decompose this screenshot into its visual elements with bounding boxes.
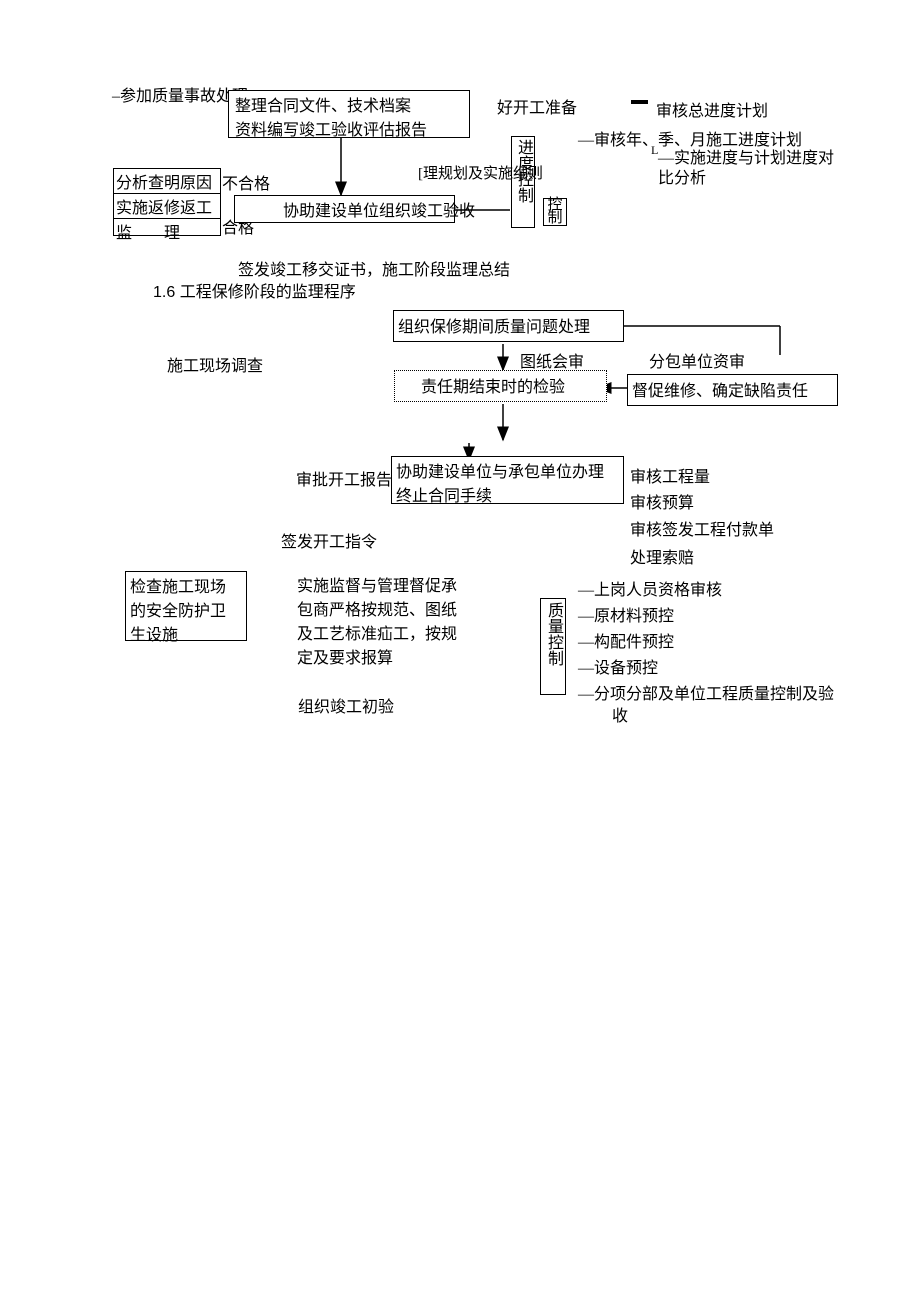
- rework: 实施返修返工: [114, 194, 220, 219]
- archive-box: 整理合同文件、技术档案 资料编写竣工验收评估报告: [228, 90, 470, 138]
- issue-start: 签发开工指令: [281, 528, 377, 552]
- plan-rule: [理规划及实施细则: [418, 162, 543, 183]
- cost-budget: 审核预算: [630, 489, 694, 513]
- urge-repair: 督促维修、确定缺陷责任: [632, 383, 808, 400]
- analyze: 分析查明原因: [114, 169, 220, 194]
- cost-qty: 审核工程量: [630, 463, 710, 487]
- safety-l1: 检查施工现场: [130, 573, 242, 597]
- diagram-canvas: –参加质量事故处理 整理合同文件、技术档案 资料编写竣工验收评估报告 好开工准备…: [0, 0, 920, 1301]
- prep-text: 好开工准备: [497, 94, 577, 118]
- terminate-l2: 终止合同手续: [396, 482, 619, 506]
- terminate-l1: 协助建设单位与承包单位办理: [396, 458, 619, 482]
- archive-l1: 整理合同文件、技术档案: [235, 92, 463, 116]
- sub-review: 分包单位资审: [649, 348, 745, 372]
- assist-accept: 协助建设单位组织竣工验收: [239, 203, 475, 220]
- drawing-review: 图纸会审: [520, 348, 584, 372]
- q-i5b: 收: [612, 702, 628, 726]
- warranty-issue: 组织保修期间质量问题处理: [398, 319, 590, 336]
- cost-claim: 处理索赔: [630, 544, 694, 568]
- assist-accept-box: 协助建设单位组织竣工验收: [234, 195, 455, 223]
- archive-l2: 资料编写竣工验收评估报告: [235, 116, 463, 140]
- ctrl-box: 控制: [543, 198, 567, 226]
- schedule-compare2: 比分析: [658, 164, 706, 188]
- impl-l4: 定及要求报算: [297, 644, 485, 668]
- impl-prelim: 组织竣工初验: [298, 693, 394, 717]
- safety-l3: 生设施: [130, 621, 242, 645]
- urge-repair-box: 督促维修、确定缺陷责任: [627, 374, 838, 406]
- q-i3: —构配件预控: [578, 628, 674, 652]
- impl-l2: 包商严格按规范、图纸: [297, 596, 485, 620]
- terminate-box: 协助建设单位与承包单位办理 终止合同手续: [391, 456, 624, 504]
- end-check-box: 责任期结束时的检验: [394, 370, 607, 402]
- cost-payment: 审核签发工程付款单: [630, 516, 774, 540]
- safety-box: 检查施工现场 的安全防护卫 生设施: [125, 571, 247, 641]
- left-stack: 分析查明原因 实施返修返工 监 理: [113, 168, 221, 236]
- survey: 施工现场调查: [167, 352, 263, 376]
- quality-col: 质量控制: [540, 598, 566, 695]
- heading: 1.6 工程保修阶段的监理程序: [153, 278, 356, 302]
- schedule-total: 审核总进度计划: [656, 97, 768, 121]
- q-i1: —上岗人员资格审核: [578, 576, 722, 600]
- approve-start: 审批开工报告: [296, 466, 392, 490]
- unqualified: 不合格: [222, 170, 270, 194]
- end-check: 责任期结束时的检验: [399, 379, 565, 396]
- impl-l1: 实施监督与管理督促承: [297, 572, 485, 596]
- q-i5: —分项分部及单位工程质量控制及验: [578, 680, 834, 704]
- q-i4: —设备预控: [578, 654, 658, 678]
- impl-l3: 及工艺标准疝工，按规: [297, 620, 485, 644]
- supervise: 监 理: [114, 219, 220, 243]
- mid-caption: 签发竣工移交证书，施工阶段监理总结: [238, 256, 510, 280]
- q-i2: —原材料预控: [578, 602, 674, 626]
- impl-block: 实施监督与管理督促承 包商严格按规范、图纸 及工艺标准疝工，按规 定及要求报算: [297, 572, 485, 668]
- warranty-issue-box: 组织保修期间质量问题处理: [393, 310, 624, 342]
- safety-l2: 的安全防护卫: [130, 597, 242, 621]
